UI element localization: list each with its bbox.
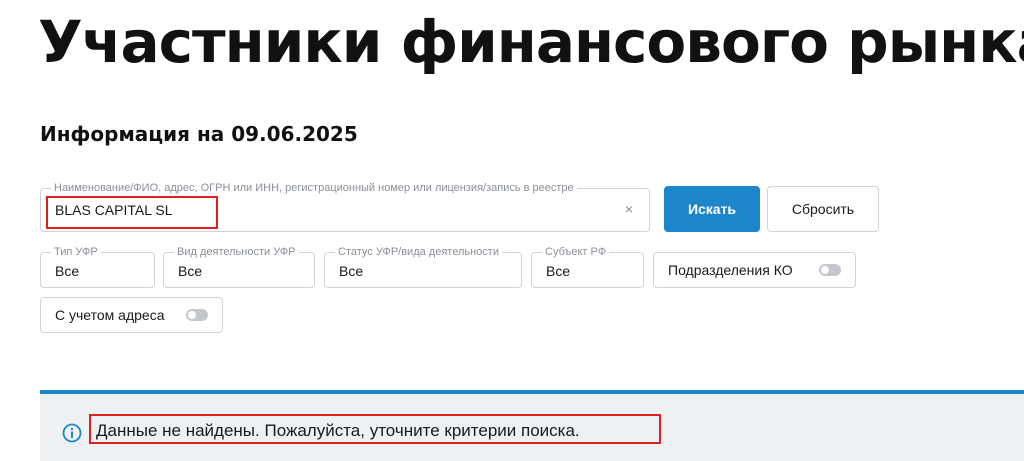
ko-divisions-label: Подразделения КО: [668, 262, 793, 278]
region-select-value: Все: [546, 263, 571, 279]
search-input-value: BLAS CAPITAL SL: [55, 202, 173, 218]
info-icon: [62, 423, 82, 443]
with-address-toggle[interactable]: С учетом адреса: [40, 297, 223, 333]
page-title: Участники финансового рынка: [38, 8, 1024, 76]
type-select-value: Все: [55, 263, 80, 279]
region-select[interactable]: Субъект РФ Все: [531, 245, 644, 288]
info-date: Информация на 09.06.2025: [40, 122, 358, 146]
type-select[interactable]: Тип УФР Все: [40, 245, 155, 288]
status-select[interactable]: Статус УФР/вида деятельности Все: [324, 245, 522, 288]
clear-icon[interactable]: ×: [625, 201, 633, 217]
reset-button[interactable]: Сбросить: [767, 186, 879, 232]
activity-select-label: Вид деятельности УФР: [174, 245, 299, 259]
search-button[interactable]: Искать: [664, 186, 760, 232]
status-select-value: Все: [339, 263, 364, 279]
with-address-label: С учетом адреса: [55, 307, 165, 323]
toggle-switch[interactable]: [186, 309, 208, 321]
activity-select[interactable]: Вид деятельности УФР Все: [163, 245, 315, 288]
search-input[interactable]: Наименование/ФИО, адрес, ОГРН или ИНН, р…: [40, 181, 650, 232]
type-select-label: Тип УФР: [51, 245, 101, 259]
result-message: Данные не найдены. Пожалуйста, уточните …: [96, 421, 580, 440]
ko-divisions-toggle[interactable]: Подразделения КО: [653, 252, 856, 288]
region-select-label: Субъект РФ: [542, 245, 610, 259]
activity-select-value: Все: [178, 263, 203, 279]
search-input-label: Наименование/ФИО, адрес, ОГРН или ИНН, р…: [51, 181, 577, 195]
status-select-label: Статус УФР/вида деятельности: [335, 245, 502, 259]
toggle-switch[interactable]: [819, 264, 841, 276]
